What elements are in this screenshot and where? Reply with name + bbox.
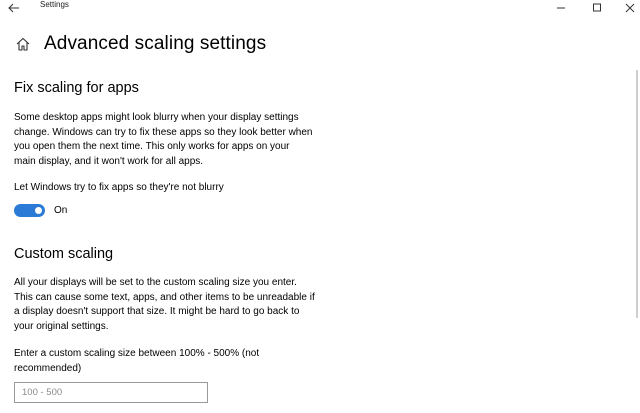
fix-scaling-heading: Fix scaling for apps <box>14 80 139 96</box>
fix-scaling-line-4: main display, and it won't work for all … <box>14 155 204 167</box>
custom-scaling-line-2: This can cause some text, apps, and othe… <box>14 291 315 303</box>
title-bar: Settings <box>0 0 640 13</box>
toggle-state-label: On <box>54 204 68 216</box>
scrollbar[interactable] <box>636 70 638 318</box>
custom-scaling-heading: Custom scaling <box>14 246 114 262</box>
fix-apps-toggle[interactable] <box>14 203 45 217</box>
minimize-button[interactable] <box>554 0 568 10</box>
fix-scaling-description: Some desktop apps might look blurry when… <box>14 111 334 169</box>
custom-scaling-input[interactable] <box>14 382 208 403</box>
fix-scaling-line-1: Some desktop apps might look blurry when… <box>14 112 299 123</box>
window-title: Settings <box>40 0 69 9</box>
custom-scaling-input-label: Enter a custom scaling size between 100%… <box>14 347 334 376</box>
toggle-knob <box>35 206 42 214</box>
input-label-line-1: Enter a custom scaling size between 100%… <box>14 348 260 359</box>
toggle-label: Let Windows try to fix apps so they're n… <box>14 182 224 193</box>
fix-scaling-line-3: you open them the next time. This only w… <box>14 141 290 152</box>
back-arrow-icon <box>8 3 19 13</box>
page-title: Advanced scaling settings <box>44 33 267 54</box>
close-icon <box>625 3 635 13</box>
fix-apps-toggle-row: On <box>14 203 67 217</box>
home-icon[interactable] <box>15 36 31 52</box>
custom-scaling-description: All your displays will be set to the cus… <box>14 276 334 334</box>
input-label-line-2: recommended) <box>14 362 82 374</box>
close-button[interactable] <box>623 0 637 13</box>
maximize-button[interactable] <box>590 0 604 12</box>
custom-scaling-line-3: a display doesn't support that size. It … <box>14 306 300 317</box>
back-button[interactable] <box>7 0 21 13</box>
custom-scaling-line-4: your original settings. <box>14 320 109 332</box>
fix-scaling-line-2: change. Windows can try to fix these app… <box>14 126 313 138</box>
maximize-icon <box>593 3 601 12</box>
minimize-icon <box>557 7 565 9</box>
page-header: Advanced scaling settings <box>15 32 266 56</box>
custom-scaling-line-1: All your displays will be set to the cus… <box>14 277 297 288</box>
